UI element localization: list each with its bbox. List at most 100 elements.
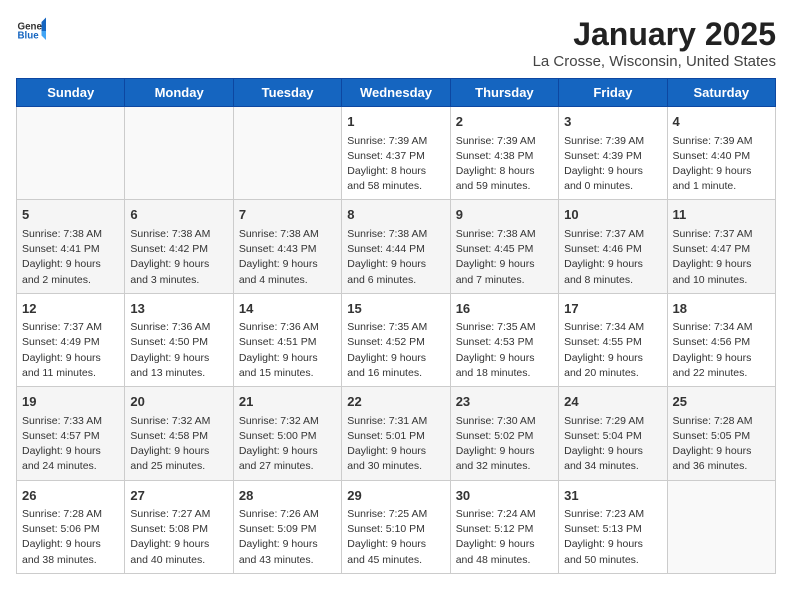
- calendar-cell: 24Sunrise: 7:29 AM Sunset: 5:04 PM Dayli…: [559, 387, 667, 480]
- day-number: 24: [564, 392, 661, 412]
- day-number: 28: [239, 486, 336, 506]
- day-info: Sunrise: 7:36 AM Sunset: 4:51 PM Dayligh…: [239, 320, 336, 381]
- calendar-cell: 10Sunrise: 7:37 AM Sunset: 4:46 PM Dayli…: [559, 200, 667, 293]
- day-number: 4: [673, 112, 770, 132]
- calendar-cell: 12Sunrise: 7:37 AM Sunset: 4:49 PM Dayli…: [17, 293, 125, 386]
- calendar-cell: 6Sunrise: 7:38 AM Sunset: 4:42 PM Daylig…: [125, 200, 233, 293]
- calendar-cell: 20Sunrise: 7:32 AM Sunset: 4:58 PM Dayli…: [125, 387, 233, 480]
- day-of-week-monday: Monday: [125, 79, 233, 107]
- calendar-week-2: 5Sunrise: 7:38 AM Sunset: 4:41 PM Daylig…: [17, 200, 776, 293]
- calendar-cell: 5Sunrise: 7:38 AM Sunset: 4:41 PM Daylig…: [17, 200, 125, 293]
- calendar-cell: 14Sunrise: 7:36 AM Sunset: 4:51 PM Dayli…: [233, 293, 341, 386]
- day-info: Sunrise: 7:38 AM Sunset: 4:42 PM Dayligh…: [130, 227, 227, 288]
- calendar-cell: 31Sunrise: 7:23 AM Sunset: 5:13 PM Dayli…: [559, 480, 667, 573]
- day-number: 11: [673, 205, 770, 225]
- day-info: Sunrise: 7:36 AM Sunset: 4:50 PM Dayligh…: [130, 320, 227, 381]
- day-number: 20: [130, 392, 227, 412]
- day-number: 14: [239, 299, 336, 319]
- day-number: 29: [347, 486, 444, 506]
- day-info: Sunrise: 7:28 AM Sunset: 5:05 PM Dayligh…: [673, 414, 770, 475]
- calendar-cell: 4Sunrise: 7:39 AM Sunset: 4:40 PM Daylig…: [667, 107, 775, 200]
- day-of-week-tuesday: Tuesday: [233, 79, 341, 107]
- day-number: 1: [347, 112, 444, 132]
- location: La Crosse, Wisconsin, United States: [533, 53, 776, 70]
- day-number: 16: [456, 299, 553, 319]
- calendar-cell: 17Sunrise: 7:34 AM Sunset: 4:55 PM Dayli…: [559, 293, 667, 386]
- day-info: Sunrise: 7:38 AM Sunset: 4:43 PM Dayligh…: [239, 227, 336, 288]
- calendar-week-3: 12Sunrise: 7:37 AM Sunset: 4:49 PM Dayli…: [17, 293, 776, 386]
- day-number: 25: [673, 392, 770, 412]
- day-number: 6: [130, 205, 227, 225]
- calendar-cell: 2Sunrise: 7:39 AM Sunset: 4:38 PM Daylig…: [450, 107, 558, 200]
- day-info: Sunrise: 7:23 AM Sunset: 5:13 PM Dayligh…: [564, 507, 661, 568]
- calendar-header: SundayMondayTuesdayWednesdayThursdayFrid…: [17, 79, 776, 107]
- calendar-cell: 26Sunrise: 7:28 AM Sunset: 5:06 PM Dayli…: [17, 480, 125, 573]
- day-number: 26: [22, 486, 119, 506]
- day-info: Sunrise: 7:39 AM Sunset: 4:40 PM Dayligh…: [673, 134, 770, 195]
- calendar-cell: 23Sunrise: 7:30 AM Sunset: 5:02 PM Dayli…: [450, 387, 558, 480]
- day-info: Sunrise: 7:32 AM Sunset: 5:00 PM Dayligh…: [239, 414, 336, 475]
- day-info: Sunrise: 7:35 AM Sunset: 4:52 PM Dayligh…: [347, 320, 444, 381]
- day-info: Sunrise: 7:38 AM Sunset: 4:41 PM Dayligh…: [22, 227, 119, 288]
- calendar-cell: 11Sunrise: 7:37 AM Sunset: 4:47 PM Dayli…: [667, 200, 775, 293]
- day-number: 22: [347, 392, 444, 412]
- day-number: 7: [239, 205, 336, 225]
- calendar-cell: 18Sunrise: 7:34 AM Sunset: 4:56 PM Dayli…: [667, 293, 775, 386]
- day-info: Sunrise: 7:28 AM Sunset: 5:06 PM Dayligh…: [22, 507, 119, 568]
- day-number: 23: [456, 392, 553, 412]
- day-number: 13: [130, 299, 227, 319]
- day-info: Sunrise: 7:38 AM Sunset: 4:45 PM Dayligh…: [456, 227, 553, 288]
- day-number: 15: [347, 299, 444, 319]
- day-info: Sunrise: 7:24 AM Sunset: 5:12 PM Dayligh…: [456, 507, 553, 568]
- calendar-cell: 16Sunrise: 7:35 AM Sunset: 4:53 PM Dayli…: [450, 293, 558, 386]
- day-info: Sunrise: 7:37 AM Sunset: 4:47 PM Dayligh…: [673, 227, 770, 288]
- calendar-table: SundayMondayTuesdayWednesdayThursdayFrid…: [16, 78, 776, 574]
- logo-icon: General Blue: [16, 16, 46, 46]
- day-info: Sunrise: 7:34 AM Sunset: 4:55 PM Dayligh…: [564, 320, 661, 381]
- day-info: Sunrise: 7:39 AM Sunset: 4:39 PM Dayligh…: [564, 134, 661, 195]
- day-number: 21: [239, 392, 336, 412]
- calendar-cell: [667, 480, 775, 573]
- calendar-cell: 29Sunrise: 7:25 AM Sunset: 5:10 PM Dayli…: [342, 480, 450, 573]
- logo: General Blue: [16, 16, 46, 46]
- day-number: 2: [456, 112, 553, 132]
- day-of-week-sunday: Sunday: [17, 79, 125, 107]
- day-info: Sunrise: 7:29 AM Sunset: 5:04 PM Dayligh…: [564, 414, 661, 475]
- day-number: 5: [22, 205, 119, 225]
- calendar-week-4: 19Sunrise: 7:33 AM Sunset: 4:57 PM Dayli…: [17, 387, 776, 480]
- calendar-cell: 27Sunrise: 7:27 AM Sunset: 5:08 PM Dayli…: [125, 480, 233, 573]
- calendar-cell: 9Sunrise: 7:38 AM Sunset: 4:45 PM Daylig…: [450, 200, 558, 293]
- days-of-week-row: SundayMondayTuesdayWednesdayThursdayFrid…: [17, 79, 776, 107]
- calendar-cell: [125, 107, 233, 200]
- day-info: Sunrise: 7:31 AM Sunset: 5:01 PM Dayligh…: [347, 414, 444, 475]
- day-number: 8: [347, 205, 444, 225]
- calendar-cell: 22Sunrise: 7:31 AM Sunset: 5:01 PM Dayli…: [342, 387, 450, 480]
- calendar-cell: 15Sunrise: 7:35 AM Sunset: 4:52 PM Dayli…: [342, 293, 450, 386]
- day-of-week-wednesday: Wednesday: [342, 79, 450, 107]
- day-info: Sunrise: 7:25 AM Sunset: 5:10 PM Dayligh…: [347, 507, 444, 568]
- day-info: Sunrise: 7:34 AM Sunset: 4:56 PM Dayligh…: [673, 320, 770, 381]
- calendar-cell: 1Sunrise: 7:39 AM Sunset: 4:37 PM Daylig…: [342, 107, 450, 200]
- calendar-week-5: 26Sunrise: 7:28 AM Sunset: 5:06 PM Dayli…: [17, 480, 776, 573]
- month-year: January 2025: [533, 16, 776, 53]
- calendar-cell: [233, 107, 341, 200]
- day-info: Sunrise: 7:35 AM Sunset: 4:53 PM Dayligh…: [456, 320, 553, 381]
- day-info: Sunrise: 7:38 AM Sunset: 4:44 PM Dayligh…: [347, 227, 444, 288]
- day-info: Sunrise: 7:37 AM Sunset: 4:46 PM Dayligh…: [564, 227, 661, 288]
- day-info: Sunrise: 7:32 AM Sunset: 4:58 PM Dayligh…: [130, 414, 227, 475]
- day-info: Sunrise: 7:33 AM Sunset: 4:57 PM Dayligh…: [22, 414, 119, 475]
- day-number: 3: [564, 112, 661, 132]
- calendar-body: 1Sunrise: 7:39 AM Sunset: 4:37 PM Daylig…: [17, 107, 776, 574]
- calendar-cell: 28Sunrise: 7:26 AM Sunset: 5:09 PM Dayli…: [233, 480, 341, 573]
- day-number: 31: [564, 486, 661, 506]
- day-number: 12: [22, 299, 119, 319]
- title-block: January 2025 La Crosse, Wisconsin, Unite…: [533, 16, 776, 70]
- calendar-cell: 19Sunrise: 7:33 AM Sunset: 4:57 PM Dayli…: [17, 387, 125, 480]
- day-of-week-friday: Friday: [559, 79, 667, 107]
- day-info: Sunrise: 7:39 AM Sunset: 4:38 PM Dayligh…: [456, 134, 553, 195]
- calendar-cell: 13Sunrise: 7:36 AM Sunset: 4:50 PM Dayli…: [125, 293, 233, 386]
- calendar-week-1: 1Sunrise: 7:39 AM Sunset: 4:37 PM Daylig…: [17, 107, 776, 200]
- day-number: 10: [564, 205, 661, 225]
- day-info: Sunrise: 7:27 AM Sunset: 5:08 PM Dayligh…: [130, 507, 227, 568]
- calendar-cell: 21Sunrise: 7:32 AM Sunset: 5:00 PM Dayli…: [233, 387, 341, 480]
